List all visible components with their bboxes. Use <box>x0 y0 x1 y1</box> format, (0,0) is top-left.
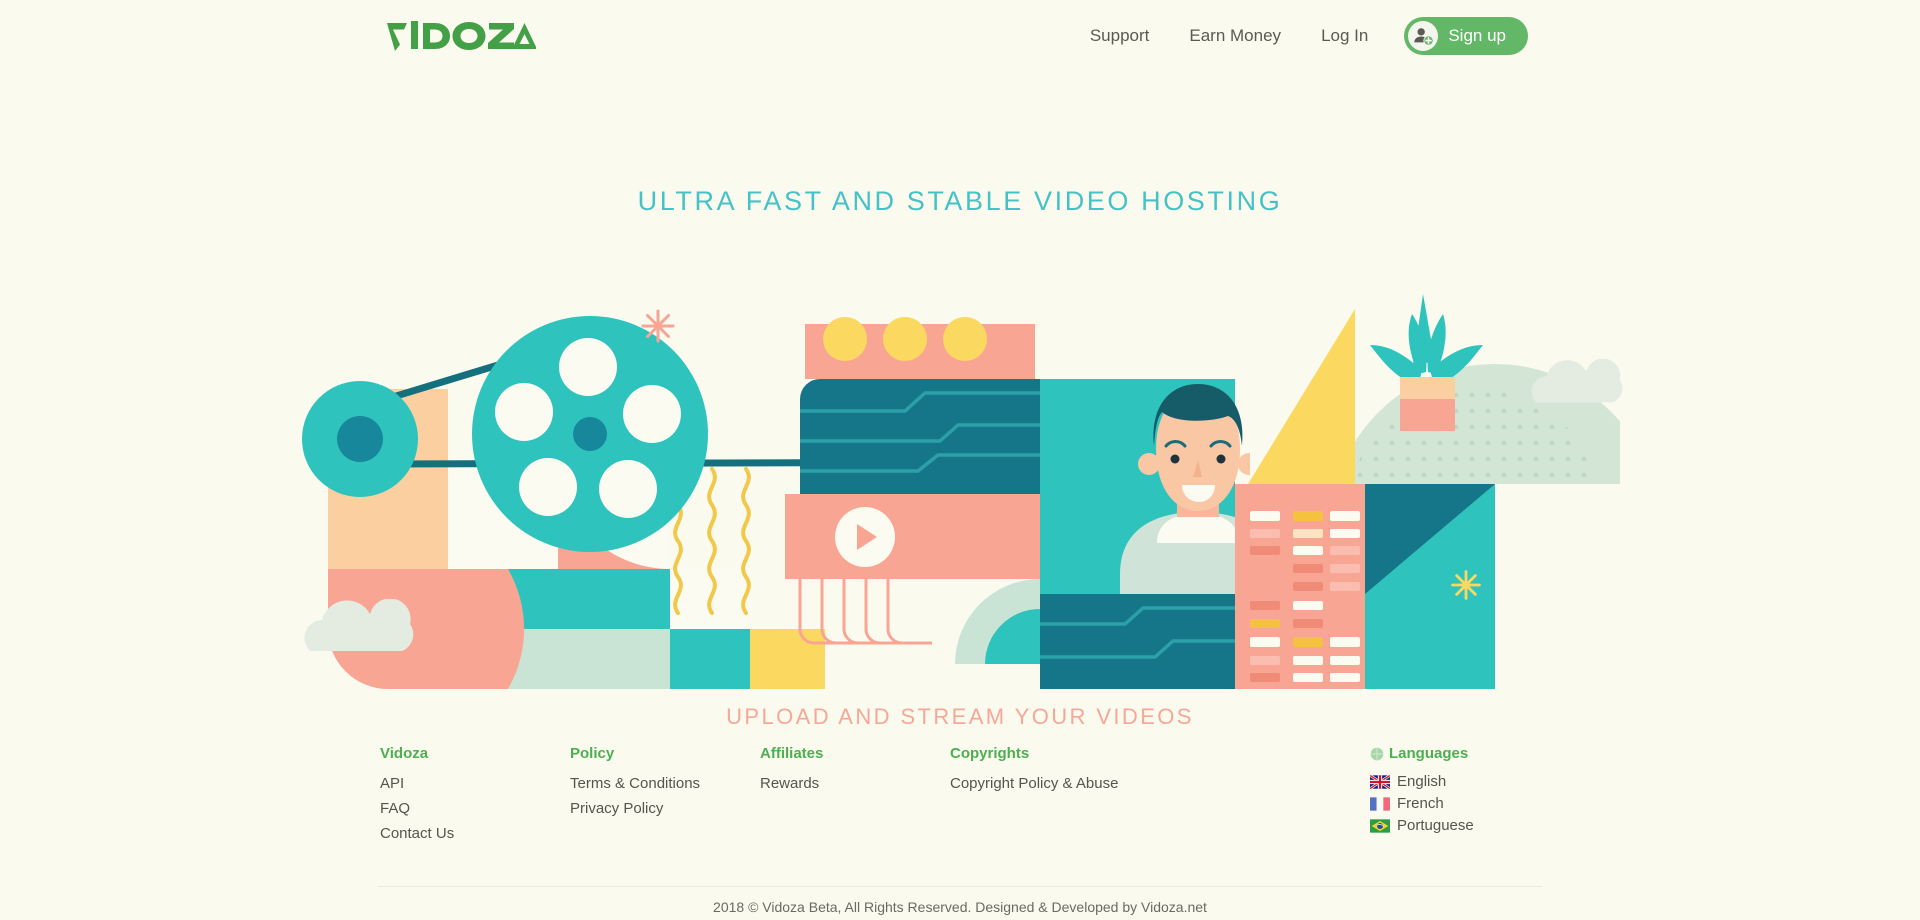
copyright-text: 2018 © Vidoza Beta, All Rights Reserved.… <box>713 899 1207 915</box>
site-header: Support Earn Money Log In Sign up <box>0 0 1920 74</box>
sparkle-yellow-icon <box>1451 570 1481 600</box>
footer-link-terms-conditions[interactable]: Terms & Conditions <box>570 771 760 796</box>
footer-divider <box>378 886 1542 887</box>
hero-section: ULTRA FAST AND STABLE VIDEO HOSTING UPLO… <box>0 74 1920 729</box>
footer-column-languages: Languages English French Portuguese <box>1370 745 1540 846</box>
footer-heading-vidoza: Vidoza <box>380 745 429 762</box>
footer-column-copyrights: Copyrights Copyright Policy & Abuse <box>950 745 1370 846</box>
sign-up-button[interactable]: Sign up <box>1404 17 1528 55</box>
brazil-flag-icon <box>1370 819 1390 833</box>
video-hosting-illustration <box>300 294 1620 699</box>
language-option-portuguese[interactable]: Portuguese <box>1370 815 1540 837</box>
footer-link-api[interactable]: API <box>380 771 570 796</box>
footer-link-faq[interactable]: FAQ <box>380 796 570 821</box>
footer-link-privacy-policy[interactable]: Privacy Policy <box>570 796 760 821</box>
cloud-right-icon <box>1531 359 1623 403</box>
footer-column-policy: Policy Terms & Conditions Privacy Policy <box>570 745 760 846</box>
vidoza-logo-icon <box>387 21 537 51</box>
language-label-french: French <box>1397 795 1444 812</box>
language-label-portuguese: Portuguese <box>1397 817 1474 834</box>
footer-column-affiliates: Affiliates Rewards <box>760 745 950 846</box>
footer-link-contact-us[interactable]: Contact Us <box>380 821 570 846</box>
nav-log-in[interactable]: Log In <box>1301 17 1388 55</box>
language-option-french[interactable]: French <box>1370 793 1540 815</box>
language-option-english[interactable]: English <box>1370 771 1540 793</box>
uk-flag-icon <box>1370 775 1390 789</box>
footer-heading-policy: Policy <box>570 745 615 762</box>
france-flag-icon <box>1370 797 1390 811</box>
vidoza-logo[interactable] <box>386 18 537 52</box>
page-subtitle: UPLOAD AND STREAM YOUR VIDEOS <box>726 704 1194 729</box>
footer-heading-languages-label: Languages <box>1389 745 1469 762</box>
nav-support[interactable]: Support <box>1070 17 1170 55</box>
main-nav: Support Earn Money Log In Sign up <box>1070 17 1528 55</box>
language-label-english: English <box>1397 773 1447 790</box>
nav-earn-money[interactable]: Earn Money <box>1169 17 1301 55</box>
footer-heading-copyrights: Copyrights <box>950 745 1030 762</box>
user-add-icon <box>1408 21 1439 51</box>
footer-column-vidoza: Vidoza API FAQ Contact Us <box>380 745 570 846</box>
sparkle-pink-icon <box>641 309 675 343</box>
footer-heading-languages: Languages <box>1370 745 1540 762</box>
footer-link-copyright-policy-abuse[interactable]: Copyright Policy & Abuse <box>950 771 1370 796</box>
footer-heading-affiliates: Affiliates <box>760 745 824 762</box>
footer-link-rewards[interactable]: Rewards <box>760 771 950 796</box>
globe-icon <box>1370 747 1384 760</box>
site-footer: Vidoza API FAQ Contact Us Policy Terms &… <box>0 745 1920 920</box>
cloud-left-icon <box>304 599 414 651</box>
page-title: ULTRA FAST AND STABLE VIDEO HOSTING <box>637 186 1283 216</box>
sign-up-label: Sign up <box>1448 26 1506 45</box>
